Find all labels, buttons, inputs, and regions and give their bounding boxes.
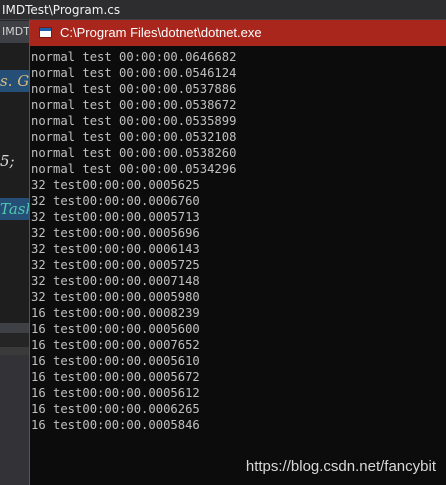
- code-fragment: Task: [0, 198, 32, 220]
- console-line: 16 test00:00:00.0005612: [31, 386, 200, 400]
- console-output[interactable]: normal test 00:00:00.0646682 normal test …: [30, 49, 446, 485]
- console-line: 32 test00:00:00.0005696: [31, 226, 200, 240]
- console-line: normal test 00:00:00.0535899: [31, 114, 237, 128]
- ide-output-panel: [0, 355, 32, 485]
- console-line: 32 test00:00:00.0005625: [31, 178, 200, 192]
- console-line: 16 test00:00:00.0005600: [31, 322, 200, 336]
- console-line: normal test 00:00:00.0646682: [31, 50, 237, 64]
- console-line: 32 test00:00:00.0005980: [31, 290, 200, 304]
- console-line: normal test 00:00:00.0546124: [31, 66, 237, 80]
- console-line: 32 test00:00:00.0005713: [31, 210, 200, 224]
- code-fragment: 5;: [0, 152, 15, 170]
- console-line: normal test 00:00:00.0532108: [31, 130, 237, 144]
- console-line: 16 test00:00:00.0005672: [31, 370, 200, 384]
- code-fragment: s. Ge: [0, 70, 32, 92]
- console-line: 16 test00:00:00.0005610: [31, 354, 200, 368]
- console-line: normal test 00:00:00.0534296: [31, 162, 237, 176]
- console-app-icon[interactable]: [39, 27, 52, 38]
- console-line: 32 test00:00:00.0007148: [31, 274, 200, 288]
- console-title-bar[interactable]: C:\Program Files\dotnet\dotnet.exe: [30, 20, 446, 46]
- console-line: 16 test00:00:00.0006265: [31, 402, 200, 416]
- console-line: 32 test00:00:00.0006760: [31, 194, 200, 208]
- console-window[interactable]: C:\Program Files\dotnet\dotnet.exe norma…: [30, 20, 446, 485]
- ide-file-tab[interactable]: IMDT: [0, 21, 30, 43]
- ide-title-bar: IMDTest\Program.cs: [0, 0, 446, 20]
- console-line: 16 test00:00:00.0008239: [31, 306, 200, 320]
- ide-panel-header: [0, 347, 32, 355]
- console-line: normal test 00:00:00.0538260: [31, 146, 237, 160]
- console-line: 32 test00:00:00.0005725: [31, 258, 200, 272]
- watermark: https://blog.csdn.net/fancybit: [245, 458, 436, 475]
- console-line: 16 test00:00:00.0005846: [31, 418, 200, 432]
- console-title: C:\Program Files\dotnet\dotnet.exe: [60, 25, 262, 40]
- ide-splitter[interactable]: [0, 323, 32, 333]
- console-line: normal test 00:00:00.0538672: [31, 98, 237, 112]
- console-line: 16 test00:00:00.0007652: [31, 338, 200, 352]
- screen: IMDTest\Program.cs IMDT s. Ge 5; Task C:…: [0, 0, 446, 485]
- console-line: normal test 00:00:00.0537886: [31, 82, 237, 96]
- console-line: 32 test00:00:00.0006143: [31, 242, 200, 256]
